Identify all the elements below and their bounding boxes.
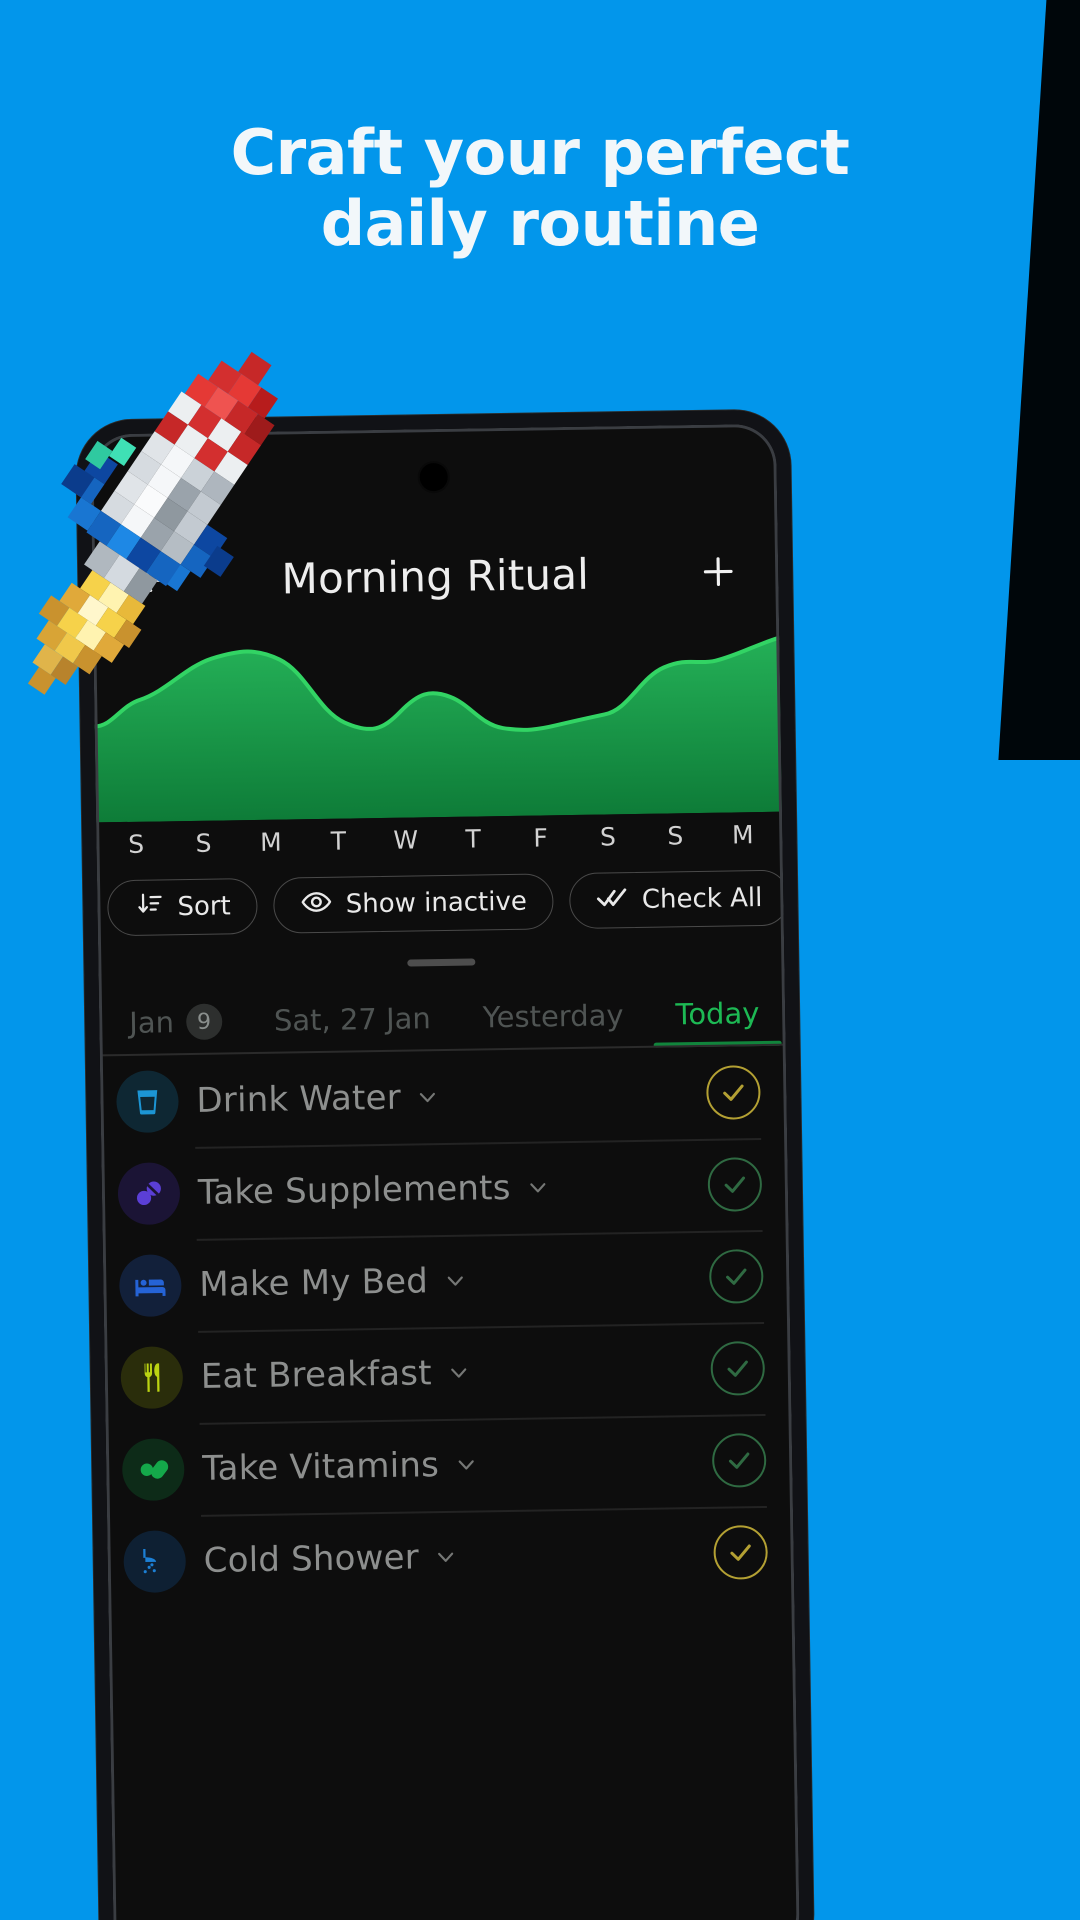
double-check-icon	[597, 881, 630, 920]
day-label: T	[330, 826, 347, 856]
check-all-chip-label: Check All	[641, 882, 763, 915]
back-arrow-icon[interactable]	[126, 554, 179, 607]
phone-screen: Morning Ritual S S M T W T F S S M Sort …	[90, 423, 800, 1920]
chevron-down-icon[interactable]	[453, 1452, 479, 1478]
habit-row[interactable]: Take Supplements	[101, 1138, 788, 1241]
date-tab-yesterday[interactable]: Yesterday	[456, 982, 650, 1051]
day-label: M	[259, 827, 282, 857]
day-label: M	[731, 820, 754, 850]
habit-list: Drink Water Take Supplements Make My Bed…	[100, 1046, 800, 1920]
day-label: W	[393, 825, 419, 855]
camera-punch-hole	[419, 462, 448, 492]
sort-chip-label: Sort	[177, 891, 231, 923]
habit-name: Take Supplements	[197, 1167, 511, 1213]
chevron-down-icon[interactable]	[433, 1544, 459, 1570]
date-tab-today[interactable]: Today	[649, 980, 786, 1048]
day-label: F	[533, 823, 548, 853]
day-label: S	[599, 822, 617, 852]
date-tab-label: Jan	[128, 1005, 175, 1040]
shower-icon	[123, 1530, 187, 1594]
date-tab-sat-27-jan[interactable]: Sat, 27 Jan	[247, 985, 457, 1054]
show-inactive-chip-label: Show inactive	[345, 886, 528, 920]
habit-completion-area-chart	[93, 620, 783, 823]
habit-check-button[interactable]	[713, 1524, 769, 1580]
check-all-chip[interactable]: Check All	[569, 869, 790, 929]
capsule-icon	[121, 1438, 185, 1502]
chevron-down-icon[interactable]	[524, 1174, 550, 1200]
chevron-down-icon[interactable]	[442, 1268, 468, 1294]
promo-headline: Craft your perfect daily routine	[0, 116, 1080, 260]
chevron-down-icon[interactable]	[445, 1360, 471, 1386]
headline-line-1: Craft your perfect	[230, 116, 850, 189]
filter-chip-row: Sort Show inactive Check All	[107, 867, 800, 937]
habit-check-button[interactable]	[706, 1065, 761, 1120]
habit-name: Make My Bed	[199, 1261, 429, 1305]
day-label: S	[195, 828, 212, 858]
headline-line-2: daily routine	[320, 186, 760, 260]
habit-row[interactable]: Take Vitamins	[106, 1414, 793, 1517]
water-glass-icon	[116, 1070, 179, 1134]
date-tab-label: Today	[675, 996, 760, 1032]
date-tab-label: Yesterday	[482, 998, 624, 1035]
bottom-sheet-drag-handle[interactable]	[407, 958, 476, 967]
cutlery-icon	[120, 1346, 184, 1410]
bed-icon	[118, 1254, 182, 1318]
habit-check-button[interactable]	[710, 1341, 766, 1396]
day-label: S	[667, 821, 684, 851]
day-label: S	[127, 829, 145, 859]
habit-check-button[interactable]	[707, 1157, 763, 1212]
date-tab-badge: 9	[185, 1003, 223, 1041]
habit-check-button[interactable]	[708, 1249, 764, 1304]
chart-svg	[93, 635, 783, 823]
day-label: T	[465, 824, 482, 854]
date-tab-jan[interactable]: Jan 9	[103, 988, 249, 1056]
habit-name: Drink Water	[196, 1077, 402, 1121]
habit-row[interactable]: Eat Breakfast	[104, 1322, 791, 1425]
plus-icon[interactable]	[692, 545, 745, 598]
sort-chip[interactable]: Sort	[107, 877, 259, 937]
habit-name: Take Vitamins	[201, 1445, 440, 1489]
chevron-down-icon[interactable]	[415, 1084, 441, 1110]
habit-row[interactable]: Make My Bed	[103, 1230, 790, 1333]
chart-day-labels: S S M T W T F S S M	[96, 820, 782, 860]
show-inactive-chip[interactable]: Show inactive	[273, 873, 555, 934]
habit-name: Eat Breakfast	[200, 1353, 433, 1397]
app-title: Morning Ritual	[281, 549, 590, 603]
habit-check-button[interactable]	[711, 1432, 767, 1488]
pills-icon	[117, 1162, 181, 1226]
phone-mockup: Morning Ritual S S M T W T F S S M Sort …	[75, 409, 815, 1920]
date-tab-label: Sat, 27 Jan	[273, 1001, 432, 1038]
habit-row[interactable]: Drink Water	[100, 1046, 787, 1149]
habit-name: Cold Shower	[203, 1537, 420, 1581]
app-header: Morning Ritual	[92, 534, 779, 619]
sort-icon	[134, 889, 165, 926]
habit-row[interactable]: Cold Shower	[107, 1506, 794, 1609]
eye-icon	[300, 885, 333, 924]
